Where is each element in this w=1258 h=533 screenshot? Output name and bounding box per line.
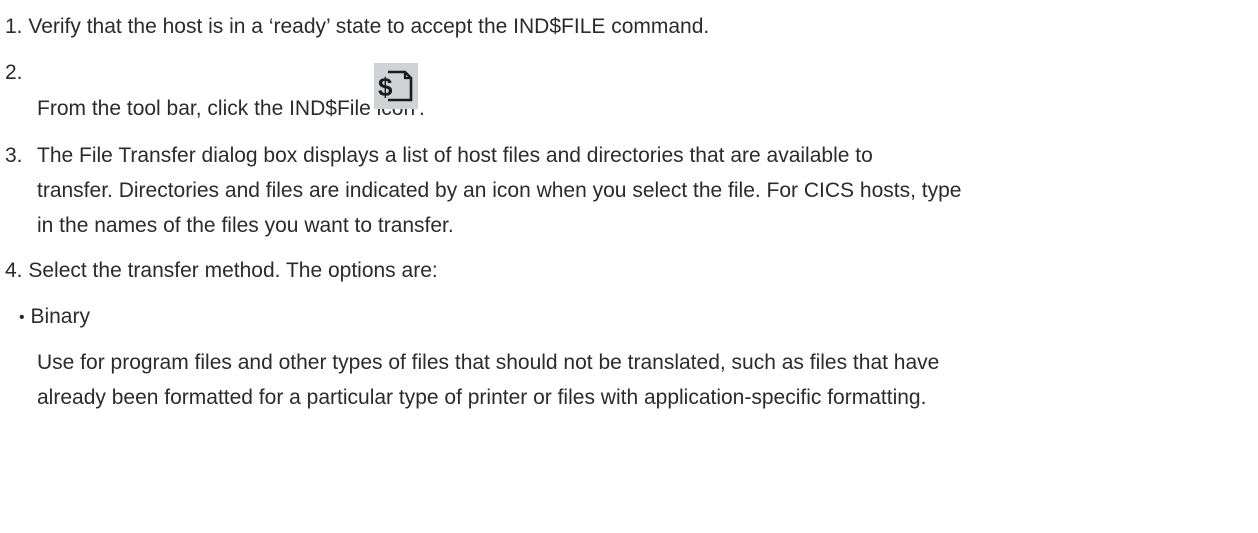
ind-file-transfer-icon: $	[374, 63, 418, 109]
step-3-line-3: in the names of the files you want to tr…	[37, 214, 454, 237]
step-2-trailing: .	[419, 97, 425, 120]
step-3-line-2: transfer. Directories and files are indi…	[37, 179, 962, 202]
step-text: From the tool bar, click the IND$File ic…	[37, 97, 416, 120]
step-text: Select the transfer method. The options …	[28, 259, 438, 282]
bullet-icon: •	[19, 309, 25, 326]
option-description-line-2: already been formatted for a particular …	[37, 386, 927, 409]
step-text: Verify that the host is in a ‘ready’ sta…	[28, 15, 710, 38]
step-3-number: 3.	[5, 144, 23, 167]
option-binary: • Binary	[19, 299, 90, 335]
option-description-line-1: Use for program files and other types of…	[37, 351, 940, 374]
option-label: Binary	[30, 305, 90, 328]
step-2: From the tool bar, click the IND$File ic…	[37, 91, 415, 126]
step-number: 4.	[5, 259, 23, 282]
step-1: 1. Verify that the host is in a ‘ready’ …	[5, 9, 709, 44]
step-3-line-1: The File Transfer dialog box displays a …	[37, 144, 873, 167]
svg-text:$: $	[378, 72, 393, 102]
step-4: 4. Select the transfer method. The optio…	[5, 253, 438, 288]
step-number: 1.	[5, 15, 23, 38]
step-2-number: 2.	[5, 61, 23, 84]
